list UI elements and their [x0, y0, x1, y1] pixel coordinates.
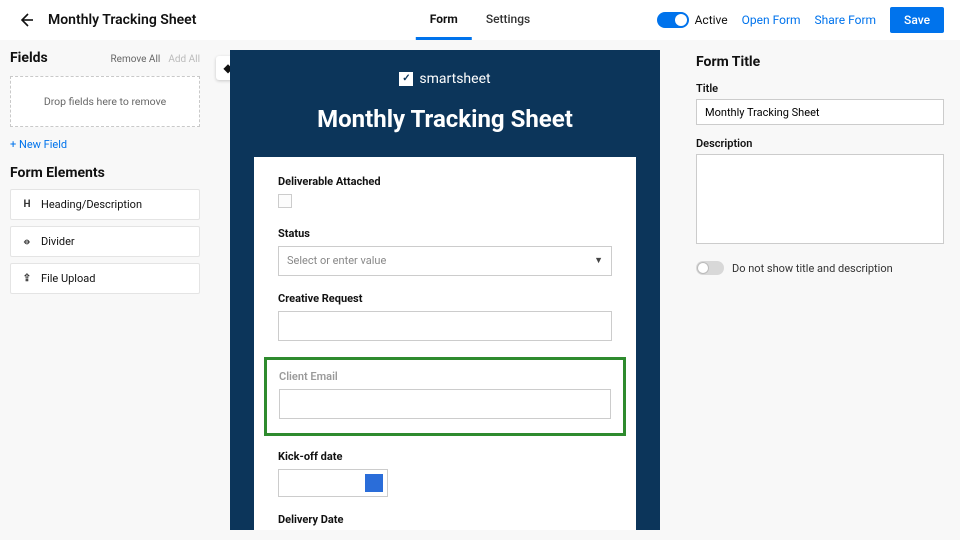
- text-input[interactable]: [279, 389, 611, 419]
- left-panel: Fields Remove All Add All Drop fields he…: [10, 50, 200, 530]
- select-placeholder: Select or enter value: [287, 254, 386, 267]
- page-title: Monthly Tracking Sheet: [48, 12, 196, 28]
- open-form-link[interactable]: Open Form: [742, 13, 801, 27]
- calendar-icon: [365, 474, 383, 492]
- top-actions: Active Open Form Share Form Save: [657, 7, 944, 33]
- fields-title: Fields: [10, 50, 103, 66]
- upload-icon: ⇪: [21, 273, 33, 284]
- field-client-email-selected[interactable]: Client Email: [264, 357, 626, 436]
- date-input[interactable]: [278, 469, 388, 497]
- chevron-down-icon: ▼: [594, 255, 603, 266]
- brand-logo-icon: ✓: [399, 72, 413, 86]
- save-button[interactable]: Save: [890, 7, 944, 33]
- field-status[interactable]: Status Select or enter value ▼: [278, 227, 612, 276]
- checkbox-input[interactable]: [278, 194, 292, 208]
- panel-title: Form Title: [696, 54, 944, 70]
- share-form-link[interactable]: Share Form: [815, 13, 877, 27]
- element-heading[interactable]: H Heading/Description: [10, 189, 200, 220]
- form-preview: ✓ smartsheet Monthly Tracking Sheet Deli…: [230, 50, 660, 530]
- text-input[interactable]: [278, 311, 612, 341]
- field-label: Deliverable Attached: [278, 175, 612, 188]
- element-label: Heading/Description: [41, 198, 142, 211]
- title-input[interactable]: [696, 99, 944, 125]
- heading-icon: H: [21, 199, 33, 210]
- element-label: Divider: [41, 235, 75, 248]
- tab-settings[interactable]: Settings: [472, 0, 544, 40]
- description-label: Description: [696, 137, 944, 150]
- field-label: Kick-off date: [278, 450, 612, 463]
- field-delivery-date[interactable]: Delivery Date: [278, 513, 612, 531]
- back-button[interactable]: [16, 10, 36, 30]
- tabs: Form Settings: [416, 0, 544, 40]
- hide-title-row: Do not show title and description: [696, 261, 944, 275]
- new-field-link[interactable]: + New Field: [10, 138, 67, 151]
- right-panel: Form Title Title Description Do not show…: [690, 50, 950, 530]
- add-all-link[interactable]: Add All: [168, 54, 200, 65]
- remove-all-link[interactable]: Remove All: [111, 54, 161, 65]
- field-label: Creative Request: [278, 292, 612, 305]
- element-file-upload[interactable]: ⇪ File Upload: [10, 263, 200, 294]
- preview-pane: ◆ ✓ smartsheet Monthly Tracking Sheet De…: [210, 50, 680, 530]
- active-toggle-row: Active: [657, 12, 728, 28]
- hide-title-label: Do not show title and description: [732, 262, 893, 275]
- title-label: Title: [696, 82, 944, 95]
- brand-name: smartsheet: [419, 71, 490, 87]
- field-deliverable[interactable]: Deliverable Attached: [278, 175, 612, 211]
- form-card: Deliverable Attached Status Select or en…: [254, 157, 636, 531]
- hide-title-toggle[interactable]: [696, 261, 724, 275]
- divider-icon: ⦵: [21, 236, 33, 247]
- top-bar: Monthly Tracking Sheet Form Settings Act…: [0, 0, 960, 40]
- tab-form[interactable]: Form: [416, 0, 472, 40]
- status-select[interactable]: Select or enter value ▼: [278, 246, 612, 276]
- field-label: Status: [278, 227, 612, 240]
- field-creative-request[interactable]: Creative Request: [278, 292, 612, 341]
- field-label: Client Email: [279, 370, 611, 383]
- field-label: Delivery Date: [278, 513, 612, 526]
- fields-header: Fields Remove All Add All: [10, 50, 200, 66]
- description-textarea[interactable]: [696, 154, 944, 244]
- element-divider[interactable]: ⦵ Divider: [10, 226, 200, 257]
- fields-dropzone[interactable]: Drop fields here to remove: [10, 76, 200, 127]
- form-elements-title: Form Elements: [10, 165, 200, 181]
- workspace: Fields Remove All Add All Drop fields he…: [0, 40, 960, 540]
- active-toggle[interactable]: [657, 12, 689, 28]
- brand-row: ✓ smartsheet: [230, 50, 660, 87]
- form-title[interactable]: Monthly Tracking Sheet: [230, 87, 660, 157]
- active-toggle-label: Active: [695, 13, 728, 27]
- element-label: File Upload: [41, 272, 95, 285]
- field-kickoff-date[interactable]: Kick-off date: [278, 450, 612, 497]
